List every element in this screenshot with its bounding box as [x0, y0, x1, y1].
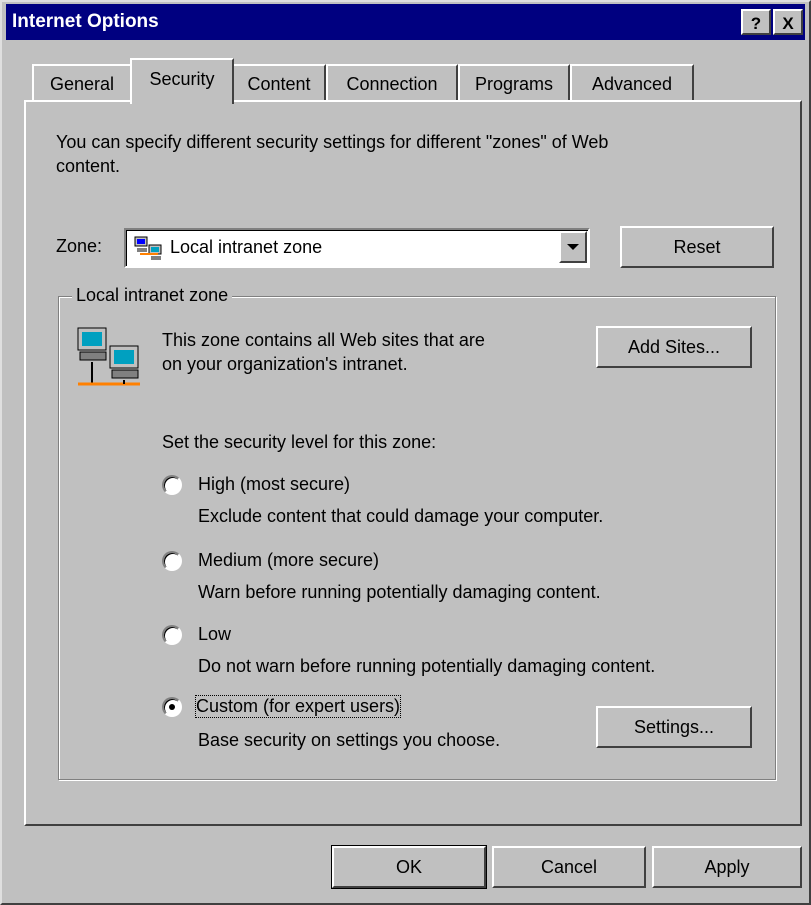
tab-general-label: General	[49, 74, 115, 94]
zone-selected-value: Local intranet zone	[170, 237, 323, 257]
radio-high-description: Exclude content that could damage your c…	[198, 506, 604, 526]
ok-button[interactable]: OK	[331, 845, 487, 889]
cancel-button[interactable]: Cancel	[492, 846, 646, 888]
zone-description-line2: on your organization's intranet.	[162, 354, 408, 374]
title-bar[interactable]: Internet Options ? X	[6, 4, 805, 40]
tab-general[interactable]: General	[32, 64, 132, 102]
radio-medium-description: Warn before running potentially damaging…	[198, 582, 601, 602]
apply-button[interactable]: Apply	[652, 846, 802, 888]
tab-advanced-label: Advanced	[591, 74, 673, 94]
tab-programs-label: Programs	[474, 74, 554, 94]
tab-content-label: Content	[247, 74, 311, 94]
radio-low-label[interactable]: Low	[198, 624, 231, 645]
tab-connection[interactable]: Connection	[326, 64, 458, 102]
radio-medium[interactable]	[162, 551, 182, 571]
security-level-prompt: Set the security level for this zone:	[162, 432, 437, 452]
add-sites-button[interactable]: Add Sites...	[596, 326, 752, 368]
tab-content[interactable]: Content	[232, 64, 326, 102]
close-button[interactable]: X	[773, 9, 803, 35]
reset-button[interactable]: Reset	[620, 226, 774, 268]
help-button[interactable]: ?	[741, 9, 771, 35]
zone-description-line1: This zone contains all Web sites that ar…	[162, 330, 485, 350]
radio-low-description: Do not warn before running potentially d…	[198, 656, 656, 676]
radio-custom-description: Base security on settings you choose.	[198, 730, 501, 750]
network-computers-icon	[134, 236, 164, 267]
zone-network-icon	[74, 326, 144, 395]
tab-connection-label: Connection	[346, 74, 438, 94]
settings-button[interactable]: Settings...	[596, 706, 752, 748]
radio-low[interactable]	[162, 625, 182, 645]
tab-programs[interactable]: Programs	[458, 64, 570, 102]
intro-text-line2: content.	[56, 156, 121, 176]
tab-advanced[interactable]: Advanced	[570, 64, 694, 102]
tab-security[interactable]: Security	[130, 58, 234, 104]
radio-high-label[interactable]: High (most secure)	[198, 474, 350, 495]
zone-dropdown[interactable]: Local intranet zone	[124, 228, 590, 268]
tab-security-label: Security	[149, 69, 215, 89]
zone-group-title: Local intranet zone	[72, 285, 233, 306]
window-title: Internet Options	[12, 11, 159, 32]
radio-custom-label[interactable]: Custom (for expert users)	[194, 695, 402, 718]
radio-custom[interactable]	[162, 697, 182, 717]
zone-label: Zone:	[56, 236, 103, 256]
radio-medium-label[interactable]: Medium (more secure)	[198, 550, 379, 571]
chevron-down-icon[interactable]	[559, 231, 587, 263]
intro-text-line1: You can specify different security setti…	[56, 132, 609, 152]
radio-high[interactable]	[162, 475, 182, 495]
